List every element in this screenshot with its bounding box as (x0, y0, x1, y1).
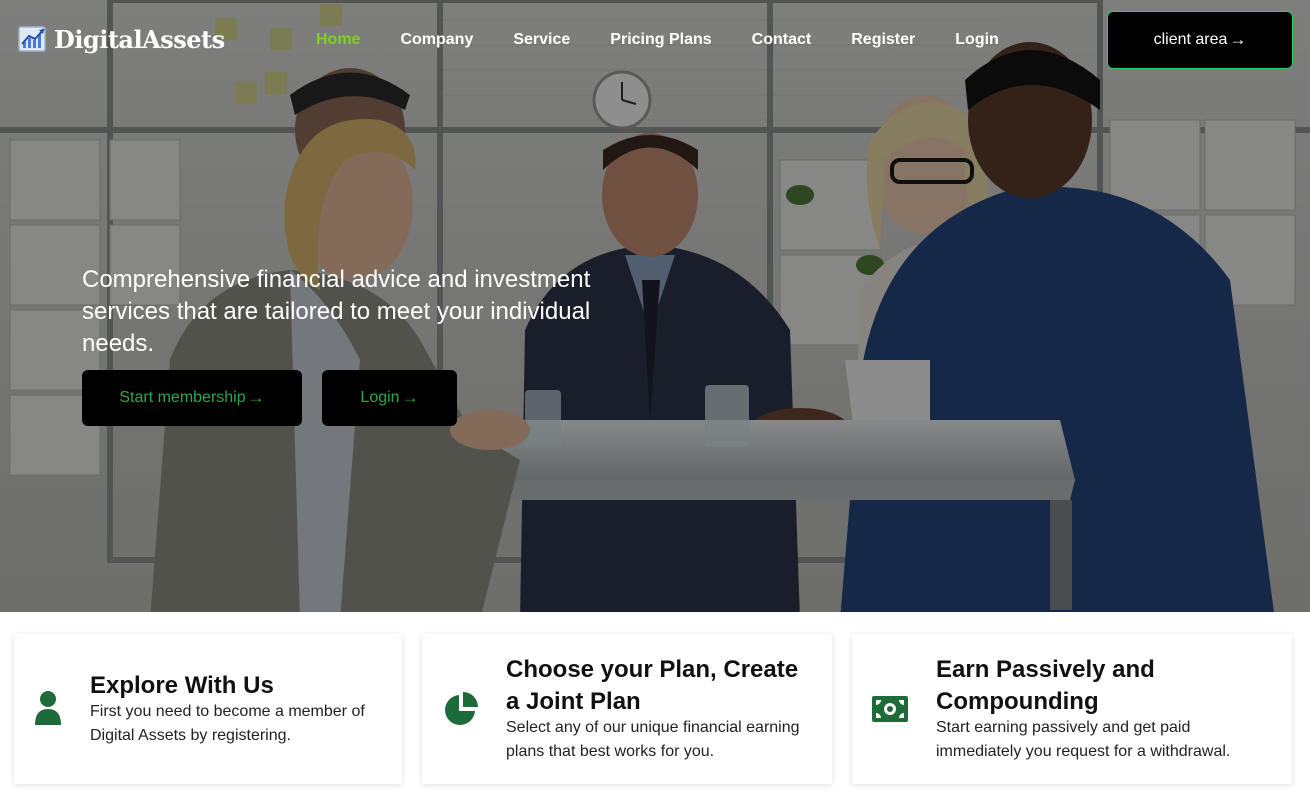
hero-login-label: Login (360, 389, 400, 406)
hero-login-button[interactable]: Login → (322, 370, 457, 426)
arrow-right-icon: → (247, 388, 265, 407)
nav-link-home[interactable]: Home (296, 30, 380, 50)
nav-link-pricing-plans[interactable]: Pricing Plans (590, 30, 731, 50)
hero-section: DigitalAssets Home Company Service Prici… (0, 0, 1310, 612)
feature-description: First you need to become a member of Dig… (90, 703, 365, 744)
brand-name: DigitalAssets (54, 24, 225, 54)
money-bill-icon (872, 696, 908, 722)
chart-logo-icon (18, 26, 46, 52)
feature-title: Choose your Plan, Create a Joint Plan (506, 656, 799, 715)
nav-link-register[interactable]: Register (831, 30, 935, 50)
main-nav: Home Company Service Pricing Plans Conta… (296, 30, 1019, 50)
start-membership-button[interactable]: Start membership → (82, 370, 302, 426)
arrow-right-icon: → (401, 388, 419, 407)
feature-card-earn: Earn Passively and Compounding Start ear… (852, 634, 1292, 784)
nav-link-login[interactable]: Login (935, 30, 1019, 50)
arrow-right-icon: → (1229, 30, 1247, 49)
top-navbar: DigitalAssets Home Company Service Prici… (0, 0, 1310, 80)
client-area-label: client area (1153, 31, 1228, 48)
hero-headline: Comprehensive financial advice and inves… (82, 266, 591, 357)
feature-title: Explore With Us (90, 672, 274, 699)
nav-link-contact[interactable]: Contact (732, 30, 832, 50)
start-membership-label: Start membership (119, 389, 246, 406)
feature-description: Start earning passively and get paid imm… (936, 719, 1231, 760)
client-area-button[interactable]: client area → (1107, 11, 1293, 69)
feature-title: Earn Passively and Compounding (936, 656, 1155, 715)
brand[interactable]: DigitalAssets (18, 24, 225, 54)
user-icon (35, 691, 61, 725)
feature-description: Select any of our unique financial earni… (506, 719, 800, 760)
pie-chart-icon (445, 692, 478, 725)
feature-card-explore: Explore With Us First you need to become… (14, 634, 402, 784)
nav-link-company[interactable]: Company (380, 30, 493, 50)
feature-card-choose-plan: Choose your Plan, Create a Joint Plan Se… (422, 634, 832, 784)
nav-link-service[interactable]: Service (493, 30, 590, 50)
